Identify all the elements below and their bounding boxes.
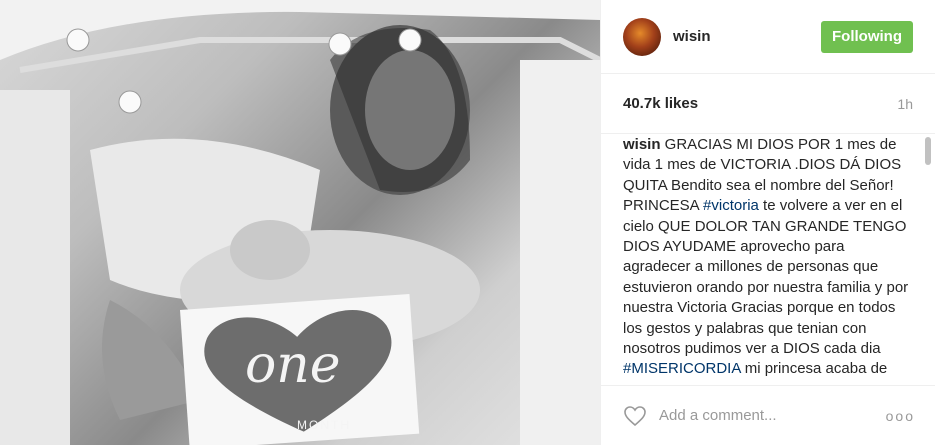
avatar[interactable] — [623, 17, 661, 56]
heart-icon[interactable] — [623, 404, 647, 428]
caption-username[interactable]: wisin — [623, 136, 661, 153]
scroll-thumb[interactable] — [925, 137, 931, 165]
more-options-icon[interactable]: ooo — [886, 408, 915, 424]
card-subtext: MONTH — [297, 418, 351, 432]
caption-part-2: te volvere a ver en el cielo QUE DOLOR T… — [623, 197, 909, 358]
likes-row: 40.7k likes 1h — [601, 74, 935, 134]
post-header: wisin Following — [601, 0, 935, 74]
caption-text: wisin GRACIAS MI DIOS POR 1 mes de vida … — [601, 135, 935, 382]
post-photo[interactable]: one MONTH — [0, 0, 600, 445]
following-button[interactable]: Following — [821, 20, 913, 53]
post-view: one MONTH wisin Following 40.7k likes 1h… — [0, 0, 935, 445]
author-username[interactable]: wisin — [673, 28, 821, 45]
post-side-panel: wisin Following 40.7k likes 1h wisin GRA… — [600, 0, 935, 445]
hashtag-victoria[interactable]: #victoria — [703, 197, 759, 214]
comment-bar: Add a comment... ooo — [601, 385, 935, 445]
post-time[interactable]: 1h — [897, 96, 913, 112]
card-word: one — [245, 335, 341, 395]
caption-scrollbar[interactable] — [925, 135, 931, 382]
likes-count[interactable]: 40.7k likes — [623, 95, 698, 112]
caption-area: wisin GRACIAS MI DIOS POR 1 mes de vida … — [601, 135, 935, 382]
hashtag-misericordia[interactable]: #MISERICORDIA — [623, 360, 741, 377]
add-comment-input[interactable]: Add a comment... — [659, 407, 886, 424]
